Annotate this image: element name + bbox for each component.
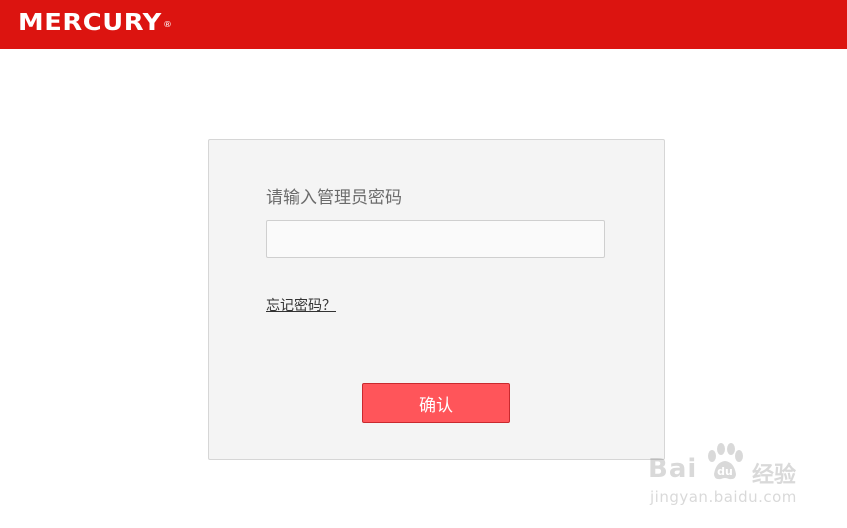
logo-text: MERCURY	[18, 10, 162, 36]
mercury-logo: MERCURY®	[18, 8, 173, 38]
password-input[interactable]	[266, 220, 605, 258]
watermark-jingyan-text: 经验	[752, 463, 797, 488]
svg-text:du: du	[717, 465, 733, 478]
login-panel: 请输入管理员密码 忘记密码？ 确认	[208, 139, 665, 460]
baidu-jingyan-watermark: Bai du 经验 jingyan.baidu.com	[648, 440, 838, 520]
watermark-bai-text: Bai	[648, 454, 698, 484]
registered-mark: ®	[163, 20, 173, 29]
password-label: 请输入管理员密码	[266, 188, 402, 208]
top-header-bar: MERCURY®	[0, 0, 847, 49]
paw-icon: du	[708, 443, 743, 480]
confirm-button[interactable]: 确认	[362, 383, 510, 423]
watermark-url: jingyan.baidu.com	[650, 488, 797, 506]
forgot-password-link[interactable]: 忘记密码？	[266, 296, 336, 316]
